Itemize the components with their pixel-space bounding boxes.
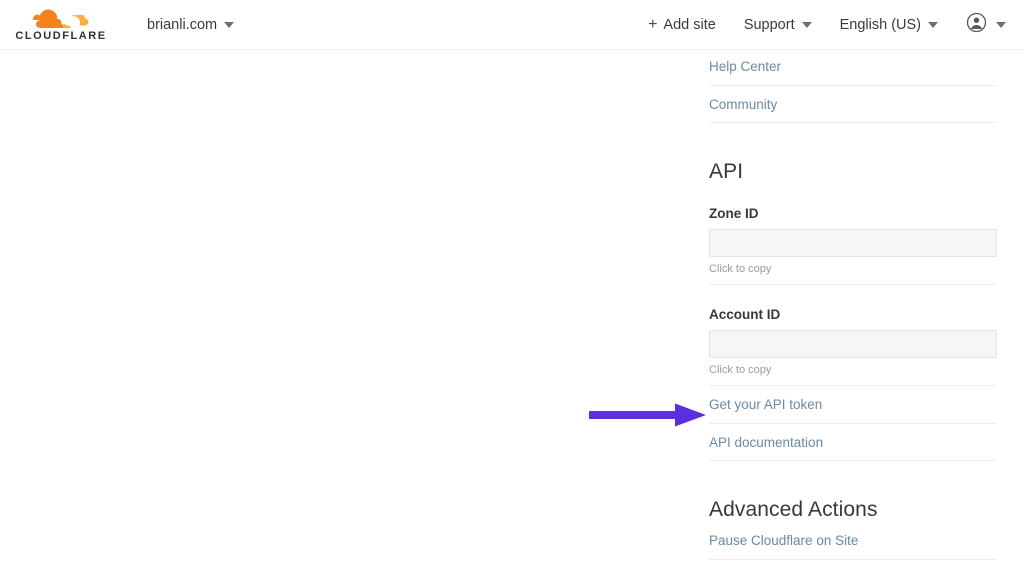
chevron-down-icon <box>928 22 938 28</box>
account-id-label: Account ID <box>709 307 997 322</box>
cloudflare-cloud-icon <box>29 8 93 30</box>
settings-side-column: Help Center Community API Zone ID Click … <box>709 50 997 562</box>
account-id-value[interactable] <box>709 330 997 358</box>
account-menu[interactable] <box>966 12 1006 38</box>
zone-name: brianli.com <box>147 17 217 33</box>
zone-id-copy-hint: Click to copy <box>709 263 997 285</box>
right-arrow-annotation <box>589 402 707 428</box>
plus-icon: + <box>648 17 657 33</box>
language-menu[interactable]: English (US) <box>840 17 938 33</box>
add-site-label: Add site <box>663 17 715 33</box>
top-navigation-bar: CLOUDFLARE brianli.com + Add site Suppor… <box>0 0 1024 50</box>
chevron-down-icon <box>802 22 812 28</box>
top-nav-actions: + Add site Support English (US) <box>648 12 1006 38</box>
link-pause-cloudflare[interactable]: Pause Cloudflare on Site <box>709 522 997 560</box>
language-label: English (US) <box>840 17 921 33</box>
link-get-api-token[interactable]: Get your API token <box>709 386 997 424</box>
zone-id-label: Zone ID <box>709 206 997 221</box>
link-help-center[interactable]: Help Center <box>709 50 997 86</box>
zone-selector[interactable]: brianli.com <box>147 17 234 33</box>
cloudflare-wordmark: CLOUDFLARE <box>15 31 106 42</box>
chevron-down-icon <box>224 22 234 28</box>
link-api-documentation[interactable]: API documentation <box>709 424 997 462</box>
support-menu[interactable]: Support <box>744 17 812 33</box>
support-label: Support <box>744 17 795 33</box>
advanced-actions-heading: Advanced Actions <box>709 498 997 522</box>
account-id-copy-hint: Click to copy <box>709 364 997 386</box>
user-avatar-icon <box>966 12 987 38</box>
link-community[interactable]: Community <box>709 86 997 124</box>
api-section-heading: API <box>709 160 997 184</box>
add-site-button[interactable]: + Add site <box>648 17 716 33</box>
chevron-down-icon <box>996 22 1006 28</box>
cloudflare-logo[interactable]: CLOUDFLARE <box>13 8 109 42</box>
zone-id-value[interactable] <box>709 229 997 257</box>
page-canvas: Help Center Community API Zone ID Click … <box>0 50 1024 562</box>
